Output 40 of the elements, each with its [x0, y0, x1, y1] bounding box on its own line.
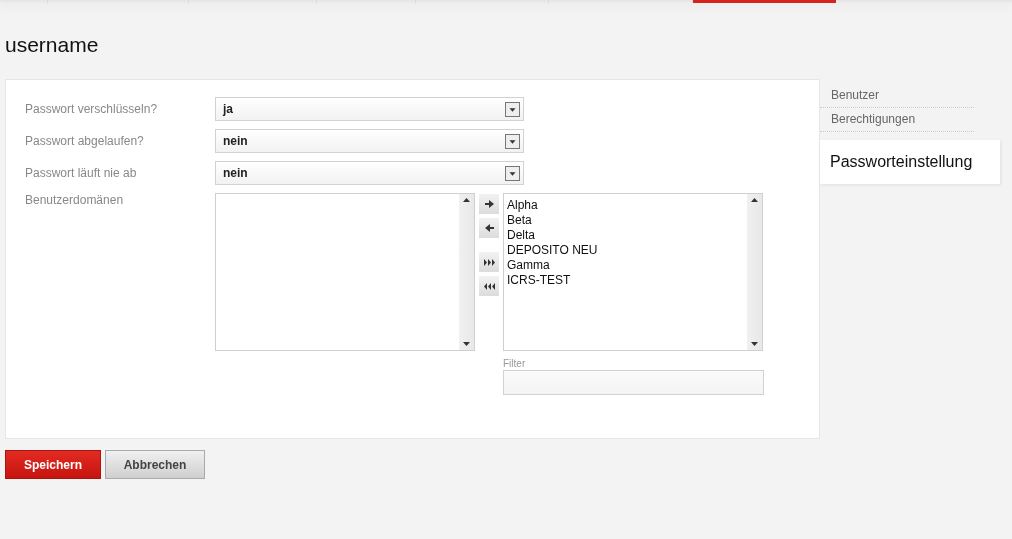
list-item[interactable]: Gamma	[507, 258, 744, 273]
scroll-down-icon	[750, 341, 759, 347]
scrollbar[interactable]	[459, 194, 474, 350]
side-nav-item[interactable]: Passworteinstellung	[820, 140, 1000, 184]
caret-icon	[505, 101, 520, 117]
scroll-up-icon	[750, 197, 759, 203]
page-title: username	[4, 32, 100, 58]
list-item[interactable]: ICRS-TEST	[507, 273, 744, 288]
filter-label: Filter	[503, 358, 527, 369]
dropdown[interactable]: nein	[215, 161, 524, 185]
triple-arrow-left-icon	[483, 282, 495, 290]
list-item[interactable]: Beta	[507, 213, 744, 228]
top-tab[interactable]	[692, 0, 836, 3]
dropdown[interactable]: ja	[215, 97, 524, 121]
arrow-left-icon	[484, 224, 494, 232]
available-list[interactable]: Alpha Beta Delta DEPOSITO NEU Gamma ICRS-TEST	[503, 193, 763, 351]
filter-field[interactable]	[503, 370, 764, 395]
save-button[interactable]: Speichern	[5, 450, 101, 479]
list-item[interactable]: Delta	[507, 228, 744, 243]
list-item[interactable]: DEPOSITO NEU	[507, 243, 744, 258]
field-label: Passwort verschlüsseln?	[25, 102, 159, 116]
remove-button[interactable]	[479, 218, 499, 238]
side-nav-item[interactable]: Berechtigungen	[820, 108, 974, 132]
caret-icon	[505, 133, 520, 149]
caret-icon	[505, 165, 520, 181]
field-label: Benutzerdomänen	[25, 193, 125, 207]
add-button[interactable]	[479, 194, 499, 214]
dropdown[interactable]: nein	[215, 129, 524, 153]
field-label: Passwort läuft nie ab	[25, 166, 138, 180]
list-item[interactable]: Alpha	[507, 198, 744, 213]
scroll-up-icon	[462, 197, 471, 203]
scroll-down-icon	[462, 341, 471, 347]
remove-all-button[interactable]	[479, 276, 499, 296]
cancel-button[interactable]: Abbrechen	[105, 450, 205, 479]
triple-arrow-right-icon	[483, 258, 495, 266]
arrow-right-icon	[484, 200, 494, 208]
side-nav-item[interactable]: Benutzer	[820, 84, 974, 108]
scrollbar[interactable]	[747, 194, 762, 350]
field-label: Passwort abgelaufen?	[25, 134, 145, 148]
add-all-button[interactable]	[479, 252, 499, 272]
